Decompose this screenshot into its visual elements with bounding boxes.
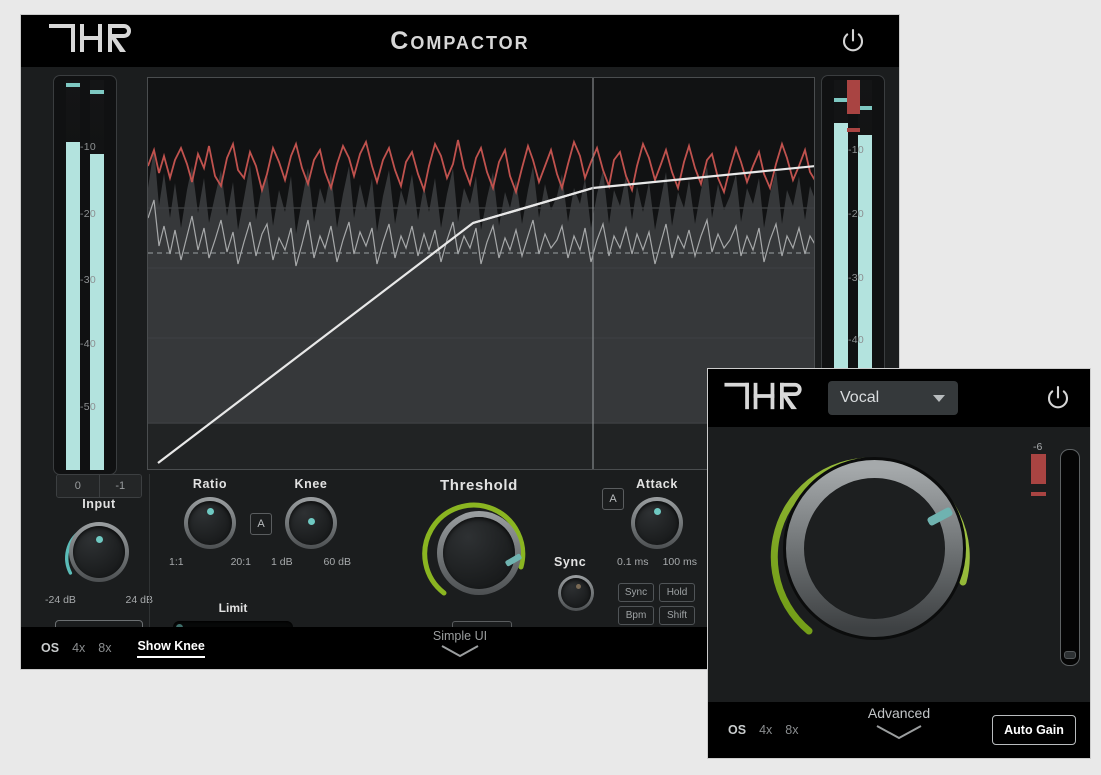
meter-peak-left — [834, 98, 848, 102]
output-gain-slider-handle[interactable] — [1064, 651, 1076, 659]
power-icon[interactable] — [1044, 384, 1072, 412]
preset-selector[interactable]: Vocal — [828, 381, 958, 415]
ratio-label: Ratio — [192, 477, 228, 491]
ratio-max-label: 20:1 — [230, 556, 251, 568]
attack-knob-indicator — [653, 508, 661, 515]
gain-reduction-bar — [1031, 454, 1046, 484]
meter-track-left — [66, 80, 80, 470]
os-label[interactable]: OS — [728, 723, 746, 737]
input-knob-indicator — [95, 536, 103, 543]
threshold-section: Threshold — [404, 477, 554, 605]
ratio-knob-indicator — [206, 508, 214, 515]
input-section: Input -24 dB 24 dB — [43, 497, 155, 606]
thr-logo-icon — [722, 380, 806, 417]
limit-label: Limit — [218, 601, 248, 615]
os-option-8x[interactable]: 8x — [785, 723, 798, 737]
knee-knob[interactable] — [285, 497, 337, 549]
attack-knob[interactable] — [631, 497, 683, 549]
attack-min-label: 0.1 ms — [617, 556, 649, 568]
chevron-down-icon — [876, 725, 922, 740]
sync-knob-indicator — [576, 584, 581, 589]
knee-knob-indicator — [307, 518, 315, 525]
input-label: Input — [82, 497, 116, 511]
gain-reduction-peak — [1031, 492, 1046, 496]
section-divider — [149, 474, 150, 652]
ratio-min-label: 1:1 — [169, 556, 184, 568]
oversampling-group: OS 4x 8x — [728, 723, 798, 737]
meter-peak-right — [858, 106, 872, 110]
plugin-title: Compactor — [390, 26, 530, 55]
knee-max-label: 60 dB — [323, 556, 351, 568]
meter-scale: -10 -20 -30 -40 -50 — [54, 76, 116, 474]
shift-button[interactable]: Shift — [659, 606, 695, 625]
sync-button-group: Sync Hold Bpm Shift — [618, 583, 695, 625]
overlay-header: Vocal — [708, 369, 1090, 427]
threshold-knob-large[interactable] — [767, 441, 982, 656]
gain-reduction-peak — [847, 128, 860, 132]
sync-button[interactable]: Sync — [618, 583, 654, 602]
input-value-right[interactable]: -1 — [98, 475, 141, 497]
sync-section: Sync — [554, 555, 594, 611]
knee-label: Knee — [294, 477, 328, 491]
meter-fill-right — [90, 154, 104, 470]
simple-ui-window: Vocal -6 OS 4x 8x Advanced Auto Gain — [707, 368, 1091, 759]
gain-reduction-label: -6 — [1033, 441, 1043, 453]
ratio-auto-button[interactable]: A — [250, 513, 272, 535]
preset-name: Vocal — [840, 389, 880, 406]
plugin-header: Compactor — [21, 15, 899, 67]
attack-label: Attack — [636, 477, 678, 491]
attack-section: Attack 0.1 ms 100 ms — [617, 477, 697, 568]
meter-fill-left — [66, 142, 80, 470]
bpm-button[interactable]: Bpm — [618, 606, 654, 625]
meter-peak-left — [66, 83, 80, 87]
auto-gain-button[interactable]: Auto Gain — [992, 715, 1076, 745]
meter-track-right — [90, 80, 104, 470]
sync-knob[interactable] — [558, 575, 594, 611]
ui-mode-toggle[interactable]: Advanced — [813, 705, 985, 741]
hold-button[interactable]: Hold — [659, 583, 695, 602]
meter-peak-right — [90, 90, 104, 94]
os-option-4x[interactable]: 4x — [759, 723, 772, 737]
input-min-label: -24 dB — [45, 594, 76, 606]
overlay-body: -6 — [708, 427, 1090, 702]
input-value-row[interactable]: 0 -1 — [56, 474, 142, 498]
output-gain-slider[interactable] — [1060, 449, 1080, 666]
threshold-label: Threshold — [440, 477, 518, 494]
threshold-knob[interactable] — [422, 501, 531, 605]
sync-label: Sync — [554, 555, 587, 569]
input-knob[interactable] — [63, 516, 135, 588]
overlay-footer: OS 4x 8x Advanced Auto Gain — [708, 702, 1090, 758]
ratio-section: Ratio 1:1 20:1 — [169, 477, 251, 568]
ui-mode-label: Advanced — [867, 705, 931, 721]
attack-max-label: 100 ms — [662, 556, 697, 568]
ratio-knob[interactable] — [184, 497, 236, 549]
knee-section: Knee 1 dB 60 dB — [271, 477, 351, 568]
attack-auto-button[interactable]: A — [602, 488, 624, 510]
gain-reduction-bar — [847, 80, 860, 114]
power-icon[interactable] — [839, 27, 867, 55]
input-value-left[interactable]: 0 — [57, 475, 99, 497]
knee-min-label: 1 dB — [271, 556, 293, 568]
input-meter: -10 -20 -30 -40 -50 — [53, 75, 117, 475]
ui-mode-label: Simple UI — [432, 629, 488, 643]
chevron-down-icon — [441, 645, 479, 658]
chevron-down-icon — [933, 394, 945, 402]
